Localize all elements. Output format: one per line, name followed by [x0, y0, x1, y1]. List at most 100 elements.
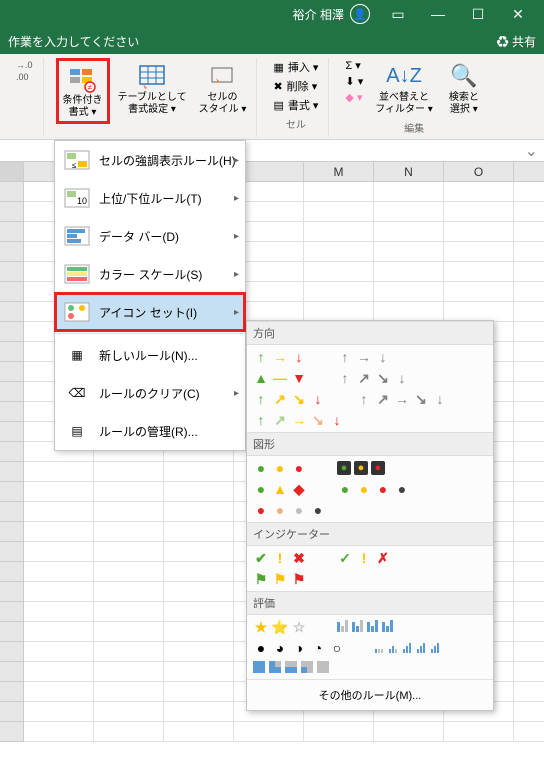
share-button[interactable]: ♻ 共有	[497, 33, 536, 50]
cell[interactable]	[514, 442, 544, 462]
cell[interactable]	[94, 662, 164, 682]
cell[interactable]	[24, 482, 94, 502]
cell[interactable]	[304, 242, 374, 262]
cell[interactable]	[304, 282, 374, 302]
row-header[interactable]	[0, 302, 24, 322]
row-header[interactable]	[0, 602, 24, 622]
cell[interactable]	[374, 242, 444, 262]
cell[interactable]	[164, 702, 234, 722]
menu-manage-rules[interactable]: ▤ ルールの管理(R)...	[55, 412, 245, 450]
cell[interactable]	[24, 602, 94, 622]
row-header[interactable]	[0, 362, 24, 382]
cell[interactable]	[514, 702, 544, 722]
menu-top-bottom[interactable]: 10 上位/下位ルール(T)▸	[55, 179, 245, 217]
tell-me-text[interactable]: 作業を入力してください	[8, 33, 139, 50]
cell[interactable]	[94, 602, 164, 622]
cell[interactable]	[94, 502, 164, 522]
cell[interactable]	[374, 282, 444, 302]
insert-cells-button[interactable]: ▦挿入 ▾	[269, 58, 322, 76]
row-header[interactable]	[0, 382, 24, 402]
row-header[interactable]	[0, 322, 24, 342]
cell[interactable]	[24, 502, 94, 522]
cell[interactable]	[444, 222, 514, 242]
cell[interactable]	[24, 522, 94, 542]
cell[interactable]	[514, 582, 544, 602]
row-header[interactable]	[0, 442, 24, 462]
cell[interactable]	[514, 462, 544, 482]
cell[interactable]	[94, 642, 164, 662]
cell[interactable]	[24, 682, 94, 702]
cell[interactable]	[24, 702, 94, 722]
cell[interactable]	[514, 522, 544, 542]
row-header[interactable]	[0, 282, 24, 302]
delete-cells-button[interactable]: ✖削除 ▾	[269, 77, 322, 95]
cell[interactable]	[374, 722, 444, 742]
clear-button[interactable]: ◆ ▾	[341, 90, 367, 105]
cell[interactable]	[234, 722, 304, 742]
user-account[interactable]: 裕介 相澤 👤	[293, 4, 370, 24]
cell[interactable]	[164, 642, 234, 662]
fill-button[interactable]: ⬇ ▾	[341, 74, 367, 89]
cell[interactable]	[24, 562, 94, 582]
cell[interactable]	[94, 462, 164, 482]
iconset-5-arrows-colored[interactable]: ↑↗→↘↓	[253, 412, 345, 428]
cell[interactable]	[304, 302, 374, 322]
row-header[interactable]	[0, 202, 24, 222]
row-header[interactable]	[0, 622, 24, 642]
row-header[interactable]	[0, 482, 24, 502]
cell[interactable]	[94, 722, 164, 742]
cell[interactable]	[514, 282, 544, 302]
row-header[interactable]	[0, 682, 24, 702]
menu-highlight-cells[interactable]: ≤ セルの強調表示ルール(H)▸	[55, 141, 245, 179]
cell[interactable]	[94, 622, 164, 642]
more-rules-button[interactable]: その他のルール(M)...	[247, 679, 493, 710]
cell[interactable]	[164, 482, 234, 502]
iconset-3-symbols-circled[interactable]: ✔!✖	[253, 550, 307, 566]
cell[interactable]	[164, 682, 234, 702]
cell[interactable]	[374, 262, 444, 282]
decimal-buttons[interactable]: →.0 .00	[12, 58, 37, 84]
cell[interactable]	[444, 242, 514, 262]
iconset-3-arrows-gray[interactable]: ↑→↓	[337, 349, 391, 365]
row-header[interactable]	[0, 222, 24, 242]
menu-color-scales[interactable]: カラー スケール(S)▸	[55, 255, 245, 293]
cell[interactable]	[164, 582, 234, 602]
iconset-4-red-to-black[interactable]: ●●●●	[253, 502, 326, 518]
row-header[interactable]	[0, 422, 24, 442]
cell[interactable]	[374, 202, 444, 222]
cell[interactable]	[444, 262, 514, 282]
cell[interactable]	[514, 362, 544, 382]
row-header[interactable]	[0, 542, 24, 562]
col-header[interactable]: N	[374, 162, 444, 181]
iconset-3-stars[interactable]: ★⭐☆	[253, 619, 307, 635]
row-header[interactable]	[0, 642, 24, 662]
row-header[interactable]	[0, 462, 24, 482]
cell[interactable]	[24, 622, 94, 642]
cell[interactable]	[514, 182, 544, 202]
cell[interactable]	[164, 662, 234, 682]
col-header[interactable]: P	[514, 162, 544, 181]
row-header[interactable]	[0, 402, 24, 422]
iconset-4-traffic[interactable]: ●●●●	[337, 481, 410, 497]
conditional-formatting-button[interactable]: ≠ 条件付き 書式 ▾	[56, 58, 110, 124]
cell[interactable]	[94, 522, 164, 542]
menu-new-rule[interactable]: ▦ 新しいルール(N)...	[55, 336, 245, 374]
cell[interactable]	[444, 722, 514, 742]
maximize-button[interactable]: ☐	[458, 0, 498, 28]
iconset-3-arrows-colored[interactable]: ↑→↓	[253, 349, 307, 365]
iconset-4-arrows-colored[interactable]: ↑↗↘↓	[253, 391, 326, 407]
cell[interactable]	[514, 422, 544, 442]
cell[interactable]	[374, 182, 444, 202]
select-all-corner[interactable]	[0, 162, 24, 181]
iconset-3-triangles[interactable]: ▲—▼	[253, 370, 307, 386]
cell[interactable]	[94, 682, 164, 702]
iconset-4-ratings[interactable]	[337, 619, 393, 635]
row-header[interactable]	[0, 562, 24, 582]
format-cells-button[interactable]: ▤書式 ▾	[269, 96, 322, 114]
cell[interactable]	[514, 262, 544, 282]
row-header[interactable]	[0, 342, 24, 362]
cell[interactable]	[24, 642, 94, 662]
cell[interactable]	[444, 302, 514, 322]
cell[interactable]	[374, 222, 444, 242]
menu-icon-sets[interactable]: アイコン セット(I)▸	[55, 293, 245, 331]
